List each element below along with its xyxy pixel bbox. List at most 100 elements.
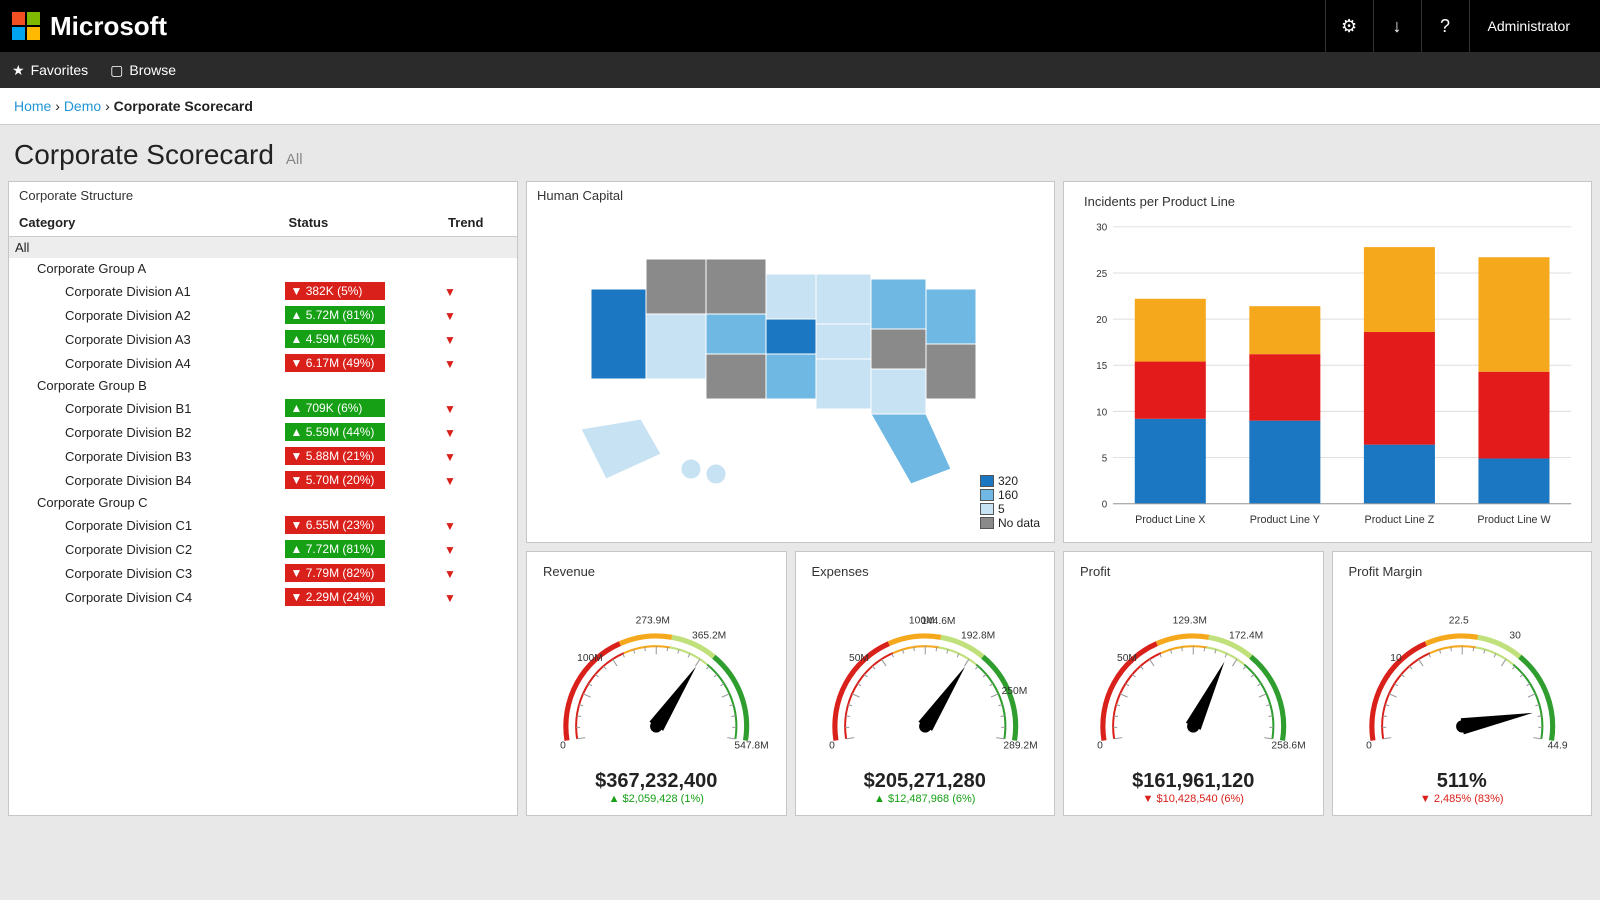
svg-text:192.8M: 192.8M — [960, 631, 994, 642]
browse-icon: ▢ — [110, 62, 123, 79]
trend-icon — [444, 285, 456, 299]
svg-text:365.2M: 365.2M — [692, 631, 726, 642]
legend-label: 5 — [998, 502, 1005, 516]
legend-swatch — [980, 475, 994, 487]
crumb-home[interactable]: Home — [14, 98, 51, 114]
star-icon: ★ — [12, 62, 25, 79]
division-name[interactable]: Corporate Division A2 — [9, 303, 279, 327]
trend-icon — [444, 333, 456, 347]
gauge-title: Expenses — [802, 558, 1049, 585]
top-bar: Microsoft ⚙ ↓ ? Administrator — [0, 0, 1600, 52]
gauge-profit-margin: Profit Margin044.91022.530511%▼ 2,485% (… — [1332, 551, 1593, 816]
status-badge: ▼ 5.70M (20%) — [285, 471, 385, 489]
help-button[interactable]: ? — [1421, 0, 1469, 52]
gauge-value: $367,232,400 — [533, 770, 780, 793]
status-badge: ▲ 5.72M (81%) — [285, 306, 385, 324]
crumb-demo[interactable]: Demo — [64, 98, 101, 114]
settings-button[interactable]: ⚙ — [1325, 0, 1373, 52]
trend-icon — [444, 402, 456, 416]
svg-text:172.4M: 172.4M — [1229, 631, 1263, 642]
trend-icon — [444, 450, 456, 464]
division-name[interactable]: Corporate Division B4 — [9, 468, 279, 492]
svg-text:250M: 250M — [1001, 686, 1027, 697]
svg-text:50M: 50M — [1117, 653, 1137, 664]
division-name[interactable]: Corporate Division B3 — [9, 444, 279, 468]
group-row[interactable]: Corporate Group C — [9, 492, 517, 513]
gear-icon: ⚙ — [1341, 16, 1357, 37]
page-subtitle: All — [286, 151, 303, 168]
division-name[interactable]: Corporate Division A3 — [9, 327, 279, 351]
gauge-title: Profit — [1070, 558, 1317, 585]
gauge-chart[interactable]: 0258.6M50M129.3M172.4M — [1070, 585, 1317, 765]
gauge-delta: ▲ $2,059,428 (1%) — [533, 793, 780, 805]
svg-text:30: 30 — [1096, 223, 1107, 234]
gauge-chart[interactable]: 0547.8M100M273.9M365.2M — [533, 585, 780, 765]
incidents-bar-chart[interactable]: 051015202530Product Line XProduct Line Y… — [1074, 215, 1581, 535]
group-row[interactable]: Corporate Group A — [9, 258, 517, 279]
corporate-structure-panel: Corporate Structure Category Status Tren… — [8, 181, 518, 816]
svg-text:0: 0 — [829, 740, 835, 751]
svg-text:0: 0 — [560, 740, 566, 751]
download-button[interactable]: ↓ — [1373, 0, 1421, 52]
svg-text:289.2M: 289.2M — [1003, 740, 1037, 751]
trend-icon — [444, 426, 456, 440]
division-name[interactable]: Corporate Division C3 — [9, 561, 279, 585]
microsoft-logo-icon — [12, 12, 40, 40]
trend-icon — [444, 309, 456, 323]
svg-text:Product Line Y: Product Line Y — [1250, 514, 1320, 526]
nav-bar: ★ Favorites ▢ Browse — [0, 52, 1600, 88]
corporate-structure-title: Corporate Structure — [9, 182, 517, 209]
page-header: Corporate Scorecard All — [0, 125, 1600, 181]
svg-text:50M: 50M — [848, 653, 868, 664]
page-title: Corporate Scorecard — [14, 139, 274, 171]
help-icon: ? — [1440, 16, 1450, 37]
svg-text:129.3M: 129.3M — [1173, 616, 1207, 627]
svg-text:547.8M: 547.8M — [734, 740, 768, 751]
human-capital-panel: Human Capital — [526, 181, 1055, 543]
usa-map[interactable] — [571, 209, 1011, 509]
gauge-delta: ▼ 2,485% (83%) — [1339, 793, 1586, 805]
breadcrumb: Home › Demo › Corporate Scorecard — [0, 88, 1600, 125]
gauge-title: Revenue — [533, 558, 780, 585]
division-name[interactable]: Corporate Division C2 — [9, 537, 279, 561]
gauge-chart[interactable]: 0289.2M50M100M144.6M192.8M250M — [802, 585, 1049, 765]
svg-text:10: 10 — [1390, 653, 1402, 664]
row-all[interactable]: All — [9, 237, 517, 259]
division-name[interactable]: Corporate Division C4 — [9, 585, 279, 609]
trend-icon — [444, 474, 456, 488]
download-icon: ↓ — [1393, 16, 1402, 37]
legend-label: 160 — [998, 488, 1018, 502]
trend-icon — [444, 591, 456, 605]
division-name[interactable]: Corporate Division B2 — [9, 420, 279, 444]
gauge-value: $205,271,280 — [802, 770, 1049, 793]
trend-icon — [444, 543, 456, 557]
map-legend: 3201605No data — [980, 474, 1040, 530]
division-name[interactable]: Corporate Division A1 — [9, 279, 279, 303]
crumb-sep: › — [105, 98, 110, 114]
status-badge: ▲ 709K (6%) — [285, 399, 385, 417]
crumb-current: Corporate Scorecard — [114, 98, 253, 114]
col-trend[interactable]: Trend — [438, 209, 517, 237]
nav-favorites-label: Favorites — [31, 62, 89, 78]
trend-icon — [444, 357, 456, 371]
division-name[interactable]: Corporate Division C1 — [9, 513, 279, 537]
status-badge: ▼ 6.55M (23%) — [285, 516, 385, 534]
col-category[interactable]: Category — [9, 209, 279, 237]
brand-name: Microsoft — [50, 11, 167, 42]
gauge-chart[interactable]: 044.91022.530 — [1339, 585, 1586, 765]
division-name[interactable]: Corporate Division A4 — [9, 351, 279, 375]
group-row[interactable]: Corporate Group B — [9, 375, 517, 396]
nav-favorites[interactable]: ★ Favorites — [12, 62, 88, 79]
col-status[interactable]: Status — [279, 209, 439, 237]
nav-browse-label: Browse — [129, 62, 176, 78]
nav-browse[interactable]: ▢ Browse — [110, 62, 176, 79]
trend-icon — [444, 567, 456, 581]
svg-text:25: 25 — [1096, 269, 1107, 280]
svg-text:5: 5 — [1102, 453, 1108, 464]
svg-text:0: 0 — [1366, 740, 1372, 751]
svg-text:22.5: 22.5 — [1448, 616, 1468, 627]
division-name[interactable]: Corporate Division B1 — [9, 396, 279, 420]
svg-text:15: 15 — [1096, 361, 1107, 372]
legend-label: 320 — [998, 474, 1018, 488]
current-user[interactable]: Administrator — [1469, 0, 1588, 52]
